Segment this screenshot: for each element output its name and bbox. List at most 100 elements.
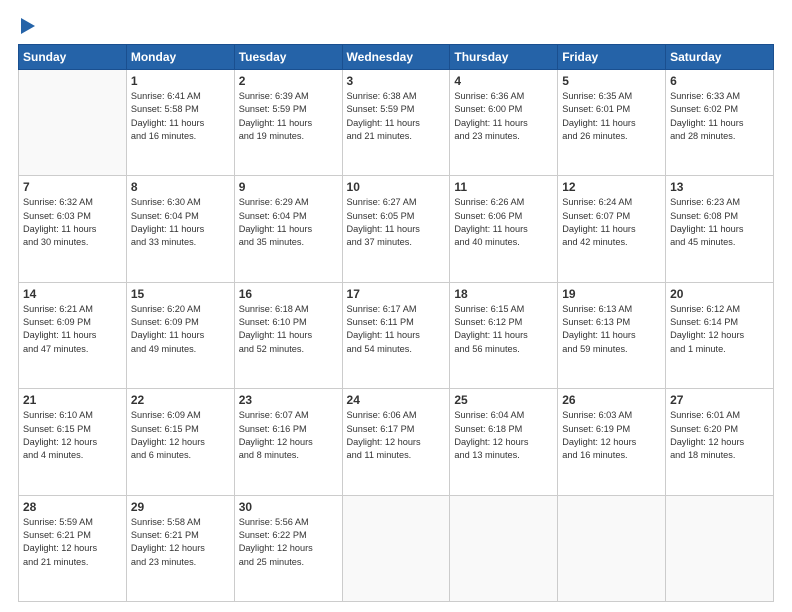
day-cell: 23 Sunrise: 6:07 AM Sunset: 6:16 PM Dayli… [234,389,342,495]
day-cell [19,70,127,176]
day-number: 25 [454,393,553,407]
day-number: 22 [131,393,230,407]
column-header-thursday: Thursday [450,45,558,70]
calendar-header-row: SundayMondayTuesdayWednesdayThursdayFrid… [19,45,774,70]
day-info: Sunrise: 6:18 AM Sunset: 6:10 PM Dayligh… [239,303,338,356]
day-info: Sunrise: 6:35 AM Sunset: 6:01 PM Dayligh… [562,90,661,143]
day-number: 14 [23,287,122,301]
day-cell: 20 Sunrise: 6:12 AM Sunset: 6:14 PM Dayli… [666,282,774,388]
week-row-1: 1 Sunrise: 6:41 AM Sunset: 5:58 PM Daylig… [19,70,774,176]
column-header-wednesday: Wednesday [342,45,450,70]
day-cell: 11 Sunrise: 6:26 AM Sunset: 6:06 PM Dayli… [450,176,558,282]
day-info: Sunrise: 6:23 AM Sunset: 6:08 PM Dayligh… [670,196,769,249]
day-cell: 22 Sunrise: 6:09 AM Sunset: 6:15 PM Dayli… [126,389,234,495]
day-number: 8 [131,180,230,194]
column-header-saturday: Saturday [666,45,774,70]
day-cell: 25 Sunrise: 6:04 AM Sunset: 6:18 PM Dayli… [450,389,558,495]
column-header-sunday: Sunday [19,45,127,70]
day-number: 19 [562,287,661,301]
day-number: 13 [670,180,769,194]
day-cell: 15 Sunrise: 6:20 AM Sunset: 6:09 PM Dayli… [126,282,234,388]
day-info: Sunrise: 6:24 AM Sunset: 6:07 PM Dayligh… [562,196,661,249]
day-number: 11 [454,180,553,194]
day-number: 3 [347,74,446,88]
day-cell: 2Sunrise: 6:39 AM Sunset: 5:59 PM Daylig… [234,70,342,176]
day-info: Sunrise: 6:10 AM Sunset: 6:15 PM Dayligh… [23,409,122,462]
day-number: 21 [23,393,122,407]
day-number: 5 [562,74,661,88]
day-info: Sunrise: 6:38 AM Sunset: 5:59 PM Dayligh… [347,90,446,143]
day-cell: 10 Sunrise: 6:27 AM Sunset: 6:05 PM Dayli… [342,176,450,282]
column-header-tuesday: Tuesday [234,45,342,70]
day-info: Sunrise: 6:27 AM Sunset: 6:05 PM Dayligh… [347,196,446,249]
day-info: Sunrise: 6:39 AM Sunset: 5:59 PM Dayligh… [239,90,338,143]
day-number: 15 [131,287,230,301]
day-cell: 16 Sunrise: 6:18 AM Sunset: 6:10 PM Dayli… [234,282,342,388]
day-cell: 8 Sunrise: 6:30 AM Sunset: 6:04 PM Daylig… [126,176,234,282]
day-info: Sunrise: 6:09 AM Sunset: 6:15 PM Dayligh… [131,409,230,462]
day-cell: 9Sunrise: 6:29 AM Sunset: 6:04 PM Daylig… [234,176,342,282]
day-cell: 5 Sunrise: 6:35 AM Sunset: 6:01 PM Daylig… [558,70,666,176]
day-info: Sunrise: 6:21 AM Sunset: 6:09 PM Dayligh… [23,303,122,356]
day-info: Sunrise: 6:01 AM Sunset: 6:20 PM Dayligh… [670,409,769,462]
day-info: Sunrise: 6:32 AM Sunset: 6:03 PM Dayligh… [23,196,122,249]
day-number: 27 [670,393,769,407]
day-cell [666,495,774,601]
day-info: Sunrise: 5:58 AM Sunset: 6:21 PM Dayligh… [131,516,230,569]
header [18,18,774,34]
day-number: 1 [131,74,230,88]
day-info: Sunrise: 6:29 AM Sunset: 6:04 PM Dayligh… [239,196,338,249]
day-number: 20 [670,287,769,301]
day-cell: 26Sunrise: 6:03 AM Sunset: 6:19 PM Dayli… [558,389,666,495]
logo-arrow-icon [21,18,35,34]
day-number: 23 [239,393,338,407]
day-info: Sunrise: 6:04 AM Sunset: 6:18 PM Dayligh… [454,409,553,462]
day-number: 18 [454,287,553,301]
day-number: 30 [239,500,338,514]
day-info: Sunrise: 6:36 AM Sunset: 6:00 PM Dayligh… [454,90,553,143]
day-info: Sunrise: 6:20 AM Sunset: 6:09 PM Dayligh… [131,303,230,356]
day-number: 6 [670,74,769,88]
day-number: 12 [562,180,661,194]
day-cell: 3 Sunrise: 6:38 AM Sunset: 5:59 PM Daylig… [342,70,450,176]
day-cell: 14 Sunrise: 6:21 AM Sunset: 6:09 PM Dayli… [19,282,127,388]
day-cell: 17Sunrise: 6:17 AM Sunset: 6:11 PM Dayli… [342,282,450,388]
day-info: Sunrise: 6:41 AM Sunset: 5:58 PM Dayligh… [131,90,230,143]
day-cell: 4 Sunrise: 6:36 AM Sunset: 6:00 PM Daylig… [450,70,558,176]
day-number: 4 [454,74,553,88]
column-header-friday: Friday [558,45,666,70]
week-row-4: 21 Sunrise: 6:10 AM Sunset: 6:15 PM Dayli… [19,389,774,495]
week-row-3: 14 Sunrise: 6:21 AM Sunset: 6:09 PM Dayli… [19,282,774,388]
day-cell: 19Sunrise: 6:13 AM Sunset: 6:13 PM Dayli… [558,282,666,388]
day-number: 29 [131,500,230,514]
day-number: 10 [347,180,446,194]
day-info: Sunrise: 6:06 AM Sunset: 6:17 PM Dayligh… [347,409,446,462]
day-info: Sunrise: 5:59 AM Sunset: 6:21 PM Dayligh… [23,516,122,569]
day-cell: 30Sunrise: 5:56 AM Sunset: 6:22 PM Dayli… [234,495,342,601]
day-cell [342,495,450,601]
day-number: 16 [239,287,338,301]
day-number: 17 [347,287,446,301]
column-header-monday: Monday [126,45,234,70]
day-cell: 13 Sunrise: 6:23 AM Sunset: 6:08 PM Dayli… [666,176,774,282]
day-info: Sunrise: 6:33 AM Sunset: 6:02 PM Dayligh… [670,90,769,143]
day-cell: 24 Sunrise: 6:06 AM Sunset: 6:17 PM Dayli… [342,389,450,495]
day-cell: 12 Sunrise: 6:24 AM Sunset: 6:07 PM Dayli… [558,176,666,282]
day-info: Sunrise: 6:12 AM Sunset: 6:14 PM Dayligh… [670,303,769,356]
calendar-table: SundayMondayTuesdayWednesdayThursdayFrid… [18,44,774,602]
page: SundayMondayTuesdayWednesdayThursdayFrid… [0,0,792,612]
day-info: Sunrise: 6:07 AM Sunset: 6:16 PM Dayligh… [239,409,338,462]
day-cell: 18 Sunrise: 6:15 AM Sunset: 6:12 PM Dayli… [450,282,558,388]
week-row-5: 28 Sunrise: 5:59 AM Sunset: 6:21 PM Dayli… [19,495,774,601]
day-number: 24 [347,393,446,407]
logo [18,18,35,34]
day-info: Sunrise: 6:15 AM Sunset: 6:12 PM Dayligh… [454,303,553,356]
day-cell: 29 Sunrise: 5:58 AM Sunset: 6:21 PM Dayli… [126,495,234,601]
week-row-2: 7Sunrise: 6:32 AM Sunset: 6:03 PM Daylig… [19,176,774,282]
day-number: 28 [23,500,122,514]
day-info: Sunrise: 6:30 AM Sunset: 6:04 PM Dayligh… [131,196,230,249]
day-cell [558,495,666,601]
day-info: Sunrise: 6:26 AM Sunset: 6:06 PM Dayligh… [454,196,553,249]
day-cell [450,495,558,601]
day-number: 26 [562,393,661,407]
